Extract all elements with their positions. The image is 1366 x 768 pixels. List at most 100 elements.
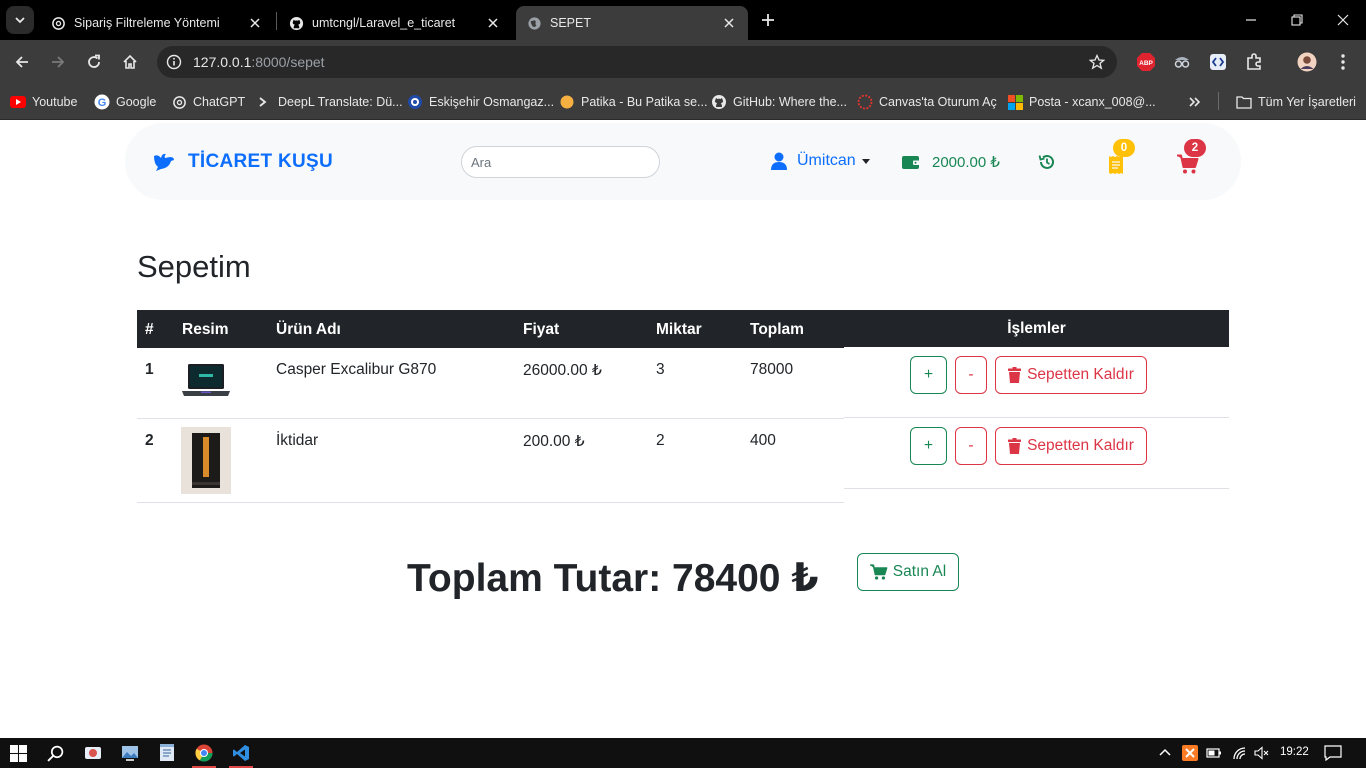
bookmark-google[interactable]: G Google [94,92,156,112]
tab-sepet[interactable]: SEPET [516,6,748,40]
bookmark-youtube[interactable]: Youtube [10,92,77,112]
notification-icon[interactable] [1323,743,1343,763]
windows-start-icon[interactable] [8,743,28,763]
actions-row: + - Sepetten Kaldır [844,418,1229,489]
bracket-icon[interactable] [1207,51,1229,73]
tab-github[interactable]: umtcngl/Laravel_e_ticaret [278,6,512,40]
book-image [181,427,231,494]
bookmark-esogu[interactable]: Eskişehir Osmangaz... [407,92,554,112]
grand-total: Toplam Tutar: 78400 ₺ [407,557,819,600]
tab-title: umtcngl/Laravel_e_ticaret [312,16,456,30]
puzzle-icon[interactable] [1243,51,1265,73]
close-icon[interactable] [246,14,264,32]
site-info-icon[interactable] [163,51,185,73]
product-qty: 2 [656,432,665,449]
home-button[interactable] [116,48,144,76]
header-image: Resim [182,321,229,338]
restore-icon [1291,14,1303,26]
history-icon[interactable] [1038,153,1056,171]
search-icon[interactable] [45,743,65,763]
receipt-icon[interactable] [1108,155,1124,175]
bookmark-chatgpt[interactable]: ChatGPT [171,92,245,112]
tab-search-button[interactable] [6,6,34,34]
reload-icon [88,54,100,68]
reload-button[interactable] [80,48,108,76]
bookmark-label: Google [116,95,157,109]
tray-chevron-up-icon[interactable] [1155,743,1175,763]
wifi-icon[interactable] [1230,743,1250,763]
forward-button[interactable] [44,48,72,76]
volume-muted-icon[interactable] [1252,743,1272,763]
bookmark-label: Patika - Bu Patika se... [581,95,708,109]
bookmarks-overflow-button[interactable] [1188,92,1202,112]
url-path: :8000/sepet [251,54,325,70]
caret-down-icon [861,158,870,164]
buy-button[interactable]: Satın Al [857,553,959,591]
all-bookmarks-label: Tüm Yer İşaretleri [1258,95,1356,109]
tab-separator [276,12,277,30]
search-input[interactable] [461,146,660,178]
address-bar[interactable]: 127.0.0.1:8000/sepet [157,46,1117,78]
bookmark-patika[interactable]: Patika - Bu Patika se... [559,92,707,112]
browser-toolbar: 127.0.0.1:8000/sepet ABP [0,40,1366,84]
app-icon[interactable] [83,743,103,763]
bookmarks-divider [1218,92,1219,110]
page-title: Sepetim [137,249,251,284]
plus-icon [762,14,774,26]
site-navbar: TİCARET KUŞU Ümitcan 2000.00 ₺ 0 2 [125,123,1241,200]
close-icon[interactable] [484,14,502,32]
minimize-button[interactable] [1228,0,1274,40]
actions-column: İşlemler + - Sepetten Kaldır + - Sepette… [844,310,1229,489]
folder-icon [1236,94,1252,110]
decrease-qty-button[interactable]: - [955,356,987,394]
trash-icon [1008,438,1022,454]
laptop-image [182,364,230,396]
table-row: 2 İktidar 200.00 ₺ 2 400 [137,419,844,503]
increase-qty-button[interactable]: + [910,427,947,465]
cart-icon[interactable] [1177,154,1199,174]
user-menu[interactable]: Ümitcan [771,152,870,170]
back-button[interactable] [8,48,36,76]
profile-icon[interactable] [1296,51,1318,73]
globe-icon [526,15,542,31]
restore-button[interactable] [1274,0,1320,40]
new-tab-button[interactable] [756,8,780,32]
bookmark-posta[interactable]: Posta - xcanx_008@... [1007,92,1156,112]
vscode-icon[interactable] [231,743,251,763]
adblock-icon[interactable]: ABP [1135,51,1157,73]
wallet-icon [902,156,920,169]
wallet-link[interactable]: 2000.00 ₺ [902,153,1000,171]
xampp-icon[interactable] [1180,743,1200,763]
all-bookmarks-folder[interactable]: Tüm Yer İşaretleri [1236,92,1356,112]
remove-from-cart-button[interactable]: Sepetten Kaldır [995,427,1147,465]
remove-from-cart-button[interactable]: Sepetten Kaldır [995,356,1147,394]
window-close-button[interactable] [1320,0,1366,40]
spy-icon[interactable] [1171,51,1193,73]
page-content: TİCARET KUŞU Ümitcan 2000.00 ₺ 0 2 Sepet… [0,121,1366,738]
bookmark-deepl[interactable]: DeepL Translate: Dü... [256,92,403,112]
product-name: Casper Excalibur G870 [276,361,437,378]
tab-strip: Sipariş Filtreleme Yöntemi umtcngl/Larav… [0,0,1366,40]
increase-qty-button[interactable]: + [910,356,947,394]
photos-icon[interactable] [120,743,140,763]
brand-link[interactable]: TİCARET KUŞU [152,151,333,173]
arrow-right-icon [52,56,65,68]
close-icon[interactable] [720,14,738,32]
more-menu-icon[interactable] [1332,51,1354,73]
bookmark-github[interactable]: GitHub: Where the... [711,92,847,112]
tab-siparis[interactable]: Sipariş Filtreleme Yöntemi [40,6,274,40]
chrome-icon[interactable] [194,743,214,763]
product-qty: 3 [656,361,665,378]
bookmark-star-icon[interactable] [1087,52,1107,72]
header-actions: İşlemler [844,310,1229,347]
product-name: İktidar [276,432,319,449]
patika-icon [559,94,575,110]
bookmark-label: Posta - xcanx_008@... [1029,95,1156,109]
user-name: Ümitcan [797,152,856,169]
bookmark-canvas[interactable]: Canvas'ta Oturum Aç [857,92,997,112]
row-index: 2 [145,432,154,449]
remove-label: Sepetten Kaldır [1027,437,1134,454]
notepad-icon[interactable] [157,743,177,763]
bookmark-label: Canvas'ta Oturum Aç [879,95,997,109]
decrease-qty-button[interactable]: - [955,427,987,465]
